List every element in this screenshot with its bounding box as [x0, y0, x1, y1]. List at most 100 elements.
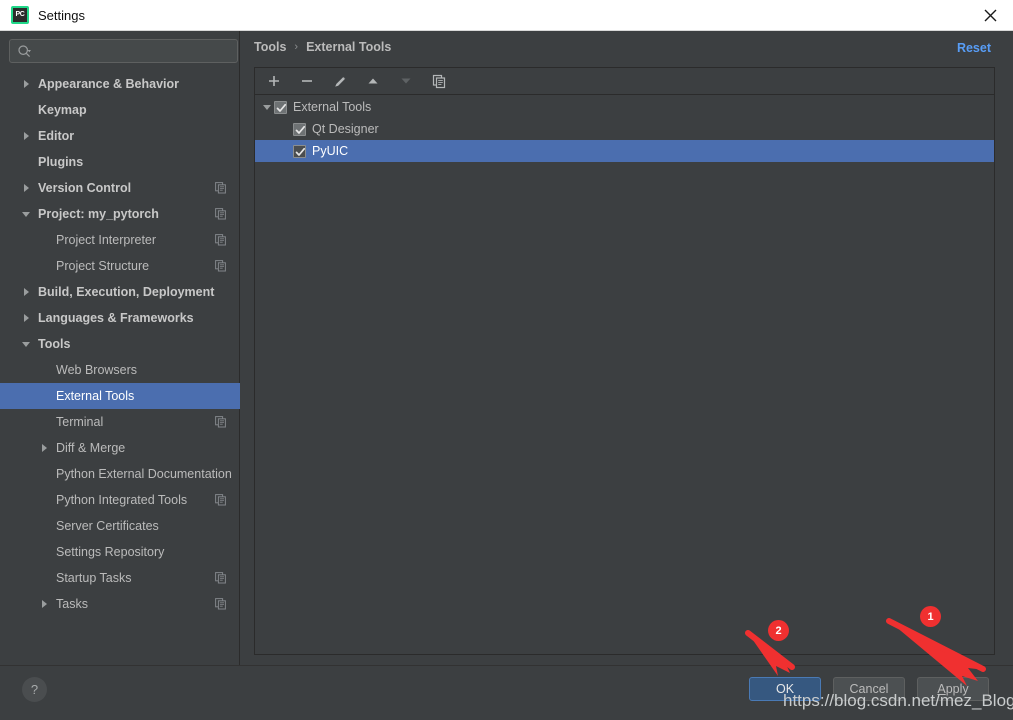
- sidebar-item-label: Startup Tasks: [56, 571, 132, 585]
- pycharm-icon: PC: [11, 6, 29, 24]
- sidebar-item-project-my-pytorch[interactable]: Project: my_pytorch: [0, 201, 240, 227]
- chevron-down-icon[interactable]: [20, 331, 32, 357]
- copy-icon: [215, 572, 227, 584]
- breadcrumb-current: External Tools: [306, 40, 392, 54]
- apply-label-rest: pply: [945, 682, 969, 696]
- sidebar-item-server-certificates[interactable]: Server Certificates: [0, 513, 240, 539]
- cancel-button[interactable]: Cancel: [833, 677, 905, 701]
- copy-icon: [215, 598, 227, 610]
- sidebar-item-label: External Tools: [56, 389, 135, 403]
- tool-checkbox[interactable]: [293, 144, 306, 158]
- settings-content-panel: Tools › External Tools Reset External To…: [241, 31, 1013, 665]
- add-button[interactable]: [261, 70, 287, 92]
- external-tools-toolbar: [255, 68, 994, 95]
- sidebar-tree: Appearance & Behavior Keymap Editor Plugins…: [0, 71, 240, 617]
- apply-mnemonic: A: [937, 682, 946, 696]
- tool-label: Qt Designer: [312, 122, 379, 136]
- sidebar-item-plugins[interactable]: Plugins: [0, 149, 240, 175]
- sidebar-item-label: Diff & Merge: [56, 441, 126, 455]
- sidebar-item-label: Editor: [38, 129, 75, 143]
- sidebar-item-tools[interactable]: Tools: [0, 331, 240, 357]
- tool-row-qt-designer[interactable]: Qt Designer: [255, 118, 994, 140]
- sidebar-item-label: Project Structure: [56, 259, 150, 273]
- window-title: Settings: [38, 7, 85, 23]
- copy-icon: [215, 260, 227, 272]
- sidebar-item-project-interpreter[interactable]: Project Interpreter: [0, 227, 240, 253]
- sidebar-item-languages-frameworks[interactable]: Languages & Frameworks: [0, 305, 240, 331]
- chevron-right-icon[interactable]: [20, 71, 32, 97]
- tool-label: External Tools: [293, 100, 372, 114]
- sidebar-item-python-integrated-tools[interactable]: Python Integrated Tools: [0, 487, 240, 513]
- copy-icon: [215, 494, 227, 506]
- tool-row-external-tools[interactable]: External Tools: [255, 96, 994, 118]
- apply-button[interactable]: Apply: [917, 677, 989, 701]
- chevron-right-icon[interactable]: [20, 279, 32, 305]
- pycharm-icon-text: PC: [15, 10, 25, 18]
- sidebar-item-label: Project Interpreter: [56, 233, 157, 247]
- title-bar: PC Settings: [0, 0, 1013, 31]
- sidebar-item-label: Server Certificates: [56, 519, 159, 533]
- sidebar-item-tasks[interactable]: Tasks: [0, 591, 240, 617]
- sidebar-item-label: Settings Repository: [56, 545, 165, 559]
- chevron-down-icon[interactable]: [260, 104, 274, 110]
- search-input[interactable]: [37, 40, 233, 62]
- copy-icon: [215, 234, 227, 246]
- sidebar-item-label: Tools: [38, 337, 71, 351]
- move-down-button: [393, 70, 419, 92]
- sidebar-item-label: Appearance & Behavior: [38, 77, 180, 91]
- sidebar-item-editor[interactable]: Editor: [0, 123, 240, 149]
- breadcrumb-separator-icon: ›: [294, 41, 299, 53]
- edit-button[interactable]: [327, 70, 353, 92]
- copy-icon: [215, 182, 227, 194]
- sidebar-item-build-execution-deployment[interactable]: Build, Execution, Deployment: [0, 279, 240, 305]
- copy-icon: [215, 208, 227, 220]
- external-tools-panel: External Tools Qt Designer PyUIC: [254, 67, 995, 655]
- sidebar-item-terminal[interactable]: Terminal: [0, 409, 240, 435]
- help-button[interactable]: ?: [22, 677, 47, 702]
- reset-link[interactable]: Reset: [957, 41, 991, 55]
- sidebar-item-diff-merge[interactable]: Diff & Merge: [0, 435, 240, 461]
- sidebar-item-label: Python External Documentation: [56, 467, 232, 481]
- sidebar-item-keymap[interactable]: Keymap: [0, 97, 240, 123]
- tool-checkbox[interactable]: [274, 100, 287, 114]
- sidebar-item-label: Plugins: [38, 155, 84, 169]
- search-box-wrapper: [9, 39, 238, 63]
- sidebar-item-label: Python Integrated Tools: [56, 493, 188, 507]
- sidebar-item-startup-tasks[interactable]: Startup Tasks: [0, 565, 240, 591]
- sidebar-item-web-browsers[interactable]: Web Browsers: [0, 357, 240, 383]
- sidebar-item-external-tools[interactable]: External Tools: [0, 383, 240, 409]
- sidebar-item-python-external-documentation[interactable]: Python External Documentation: [0, 461, 240, 487]
- chevron-right-icon[interactable]: [38, 591, 50, 617]
- tool-label: PyUIC: [312, 144, 349, 158]
- chevron-right-icon[interactable]: [38, 435, 50, 461]
- close-icon[interactable]: [967, 0, 1013, 31]
- settings-dialog: PC Settings Appearance & Behavior Keymap…: [0, 0, 1013, 720]
- sidebar-item-label: Languages & Frameworks: [38, 311, 194, 325]
- sidebar-item-settings-repository[interactable]: Settings Repository: [0, 539, 240, 565]
- sidebar-item-version-control[interactable]: Version Control: [0, 175, 240, 201]
- external-tools-tree: External Tools Qt Designer PyUIC: [255, 96, 994, 162]
- copy-icon: [215, 416, 227, 428]
- search-box[interactable]: [9, 39, 238, 63]
- sidebar-item-label: Terminal: [56, 415, 104, 429]
- breadcrumb-parent[interactable]: Tools: [254, 40, 286, 54]
- chevron-right-icon[interactable]: [20, 305, 32, 331]
- remove-button[interactable]: [294, 70, 320, 92]
- sidebar-item-label: Tasks: [56, 597, 88, 611]
- chevron-right-icon[interactable]: [20, 123, 32, 149]
- sidebar-item-label: Project: my_pytorch: [38, 207, 159, 221]
- search-icon: [17, 44, 33, 60]
- sidebar-item-label: Web Browsers: [56, 363, 138, 377]
- sidebar-item-appearance-behavior[interactable]: Appearance & Behavior: [0, 71, 240, 97]
- copy-button[interactable]: [426, 70, 452, 92]
- move-up-button[interactable]: [360, 70, 386, 92]
- breadcrumb: Tools › External Tools: [254, 40, 391, 54]
- chevron-right-icon[interactable]: [20, 175, 32, 201]
- tool-checkbox[interactable]: [293, 122, 306, 136]
- tool-row-pyuic[interactable]: PyUIC: [255, 140, 994, 162]
- settings-sidebar: Appearance & Behavior Keymap Editor Plugins…: [0, 31, 240, 665]
- sidebar-item-label: Keymap: [38, 103, 87, 117]
- sidebar-item-project-structure[interactable]: Project Structure: [0, 253, 240, 279]
- ok-button[interactable]: OK: [749, 677, 821, 701]
- chevron-down-icon[interactable]: [20, 201, 32, 227]
